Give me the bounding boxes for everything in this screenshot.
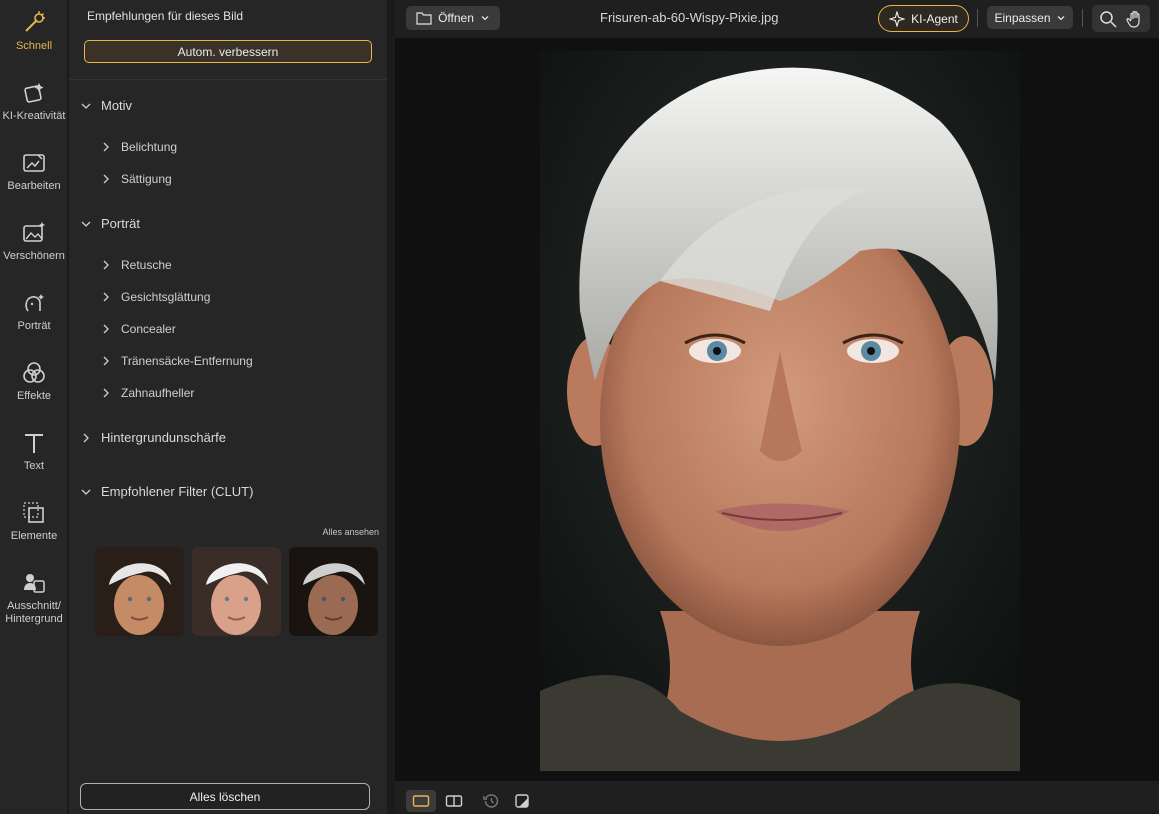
item-belichtung[interactable]: Belichtung <box>99 140 177 154</box>
section-empfohlener-filter[interactable]: Empfohlener Filter (CLUT) <box>79 484 253 499</box>
image-canvas[interactable] <box>395 38 1159 781</box>
history-button[interactable] <box>476 790 506 812</box>
rail-label: Porträt <box>17 320 51 332</box>
item-label: Concealer <box>121 322 176 336</box>
item-label: Zahnaufheller <box>121 386 195 400</box>
sparkle-icon <box>889 10 906 27</box>
single-view-icon <box>412 795 430 807</box>
rail-item-portraet[interactable]: Porträt <box>0 280 68 346</box>
item-retusche[interactable]: Retusche <box>99 258 172 272</box>
ai-creativity-icon <box>24 83 44 103</box>
split-view-button[interactable] <box>439 790 469 812</box>
tool-rail: Schnell KI-Kreativität Bearbeiten Versch… <box>0 0 68 814</box>
chevron-down-icon <box>81 489 91 495</box>
item-label: Gesichtsglättung <box>121 290 211 304</box>
view-tools <box>1092 5 1150 32</box>
section-portraet[interactable]: Porträt <box>79 216 140 231</box>
open-button[interactable]: Öffnen <box>406 6 500 30</box>
fit-label: Einpassen <box>994 10 1051 25</box>
rail-item-text[interactable]: Text <box>0 420 68 486</box>
item-label: Sättigung <box>121 172 172 186</box>
chevron-right-icon <box>83 433 89 442</box>
divider <box>1082 9 1083 27</box>
panel-title: Empfehlungen für dieses Bild <box>87 9 244 23</box>
chevron-right-icon <box>103 260 109 270</box>
rail-label: Verschönern <box>3 250 65 262</box>
item-label: Belichtung <box>121 140 178 154</box>
filter-thumbnail[interactable] <box>95 547 184 636</box>
section-label: Hintergrundunschärfe <box>101 430 227 445</box>
item-saettigung[interactable]: Sättigung <box>99 172 172 186</box>
recommendations-panel: Empfehlungen für dieses Bild Autom. verb… <box>69 0 387 814</box>
hand-icon[interactable] <box>1125 9 1145 29</box>
chevron-right-icon <box>103 292 109 302</box>
filter-thumbnail[interactable] <box>192 547 281 636</box>
elements-icon <box>23 502 44 523</box>
chevron-down-icon <box>481 16 489 21</box>
portrait-photo <box>540 51 1020 771</box>
rail-item-ausschnitt[interactable]: Ausschnitt/ Hintergrund <box>0 560 68 626</box>
item-gesichtsglaettung[interactable]: Gesichtsglättung <box>99 290 210 304</box>
section-hintergrundunschaerfe[interactable]: Hintergrundunschärfe <box>79 430 226 445</box>
rail-label: Elemente <box>10 530 58 542</box>
divider <box>69 79 387 80</box>
ai-agent-label: KI-Agent <box>911 11 958 26</box>
rail-item-effekte[interactable]: Effekte <box>0 350 68 416</box>
search-icon[interactable] <box>1098 9 1118 29</box>
compare-button[interactable] <box>507 790 537 812</box>
chevron-right-icon <box>103 324 109 334</box>
edit-image-icon <box>23 154 45 172</box>
rail-label: Text <box>23 460 45 472</box>
text-icon <box>25 434 43 453</box>
rail-label: Schnell <box>15 40 53 52</box>
compare-icon <box>515 794 529 808</box>
chevron-down-icon <box>1057 15 1064 20</box>
rail-item-schnell[interactable]: Schnell <box>0 0 68 66</box>
folder-icon <box>416 12 432 25</box>
rail-item-verschoenern[interactable]: Verschönern <box>0 210 68 276</box>
divider <box>977 9 978 27</box>
item-label: Retusche <box>121 258 172 272</box>
ai-agent-button[interactable]: KI-Agent <box>878 5 969 32</box>
item-label: Tränensäcke-Entfernung <box>121 354 253 368</box>
rail-item-elemente[interactable]: Elemente <box>0 490 68 556</box>
top-toolbar: Öffnen Frisuren-ab-60-Wispy-Pixie.jpg KI… <box>395 0 1159 38</box>
cutout-icon <box>24 574 45 593</box>
see-all-link[interactable]: Alles ansehen <box>322 527 379 537</box>
rail-label: Bearbeiten <box>7 180 61 192</box>
section-label: Empfohlener Filter (CLUT) <box>101 484 254 499</box>
section-label: Porträt <box>101 216 141 231</box>
rail-item-ki-kreativitaet[interactable]: KI-Kreativität <box>0 70 68 136</box>
chevron-right-icon <box>103 356 109 366</box>
open-label: Öffnen <box>438 11 474 25</box>
chevron-right-icon <box>103 142 109 152</box>
fit-dropdown[interactable]: Einpassen <box>987 6 1073 29</box>
rail-label: Effekte <box>16 390 52 402</box>
portrait-icon <box>25 294 44 312</box>
chevron-right-icon <box>103 388 109 398</box>
chevron-right-icon <box>103 174 109 184</box>
section-label: Motiv <box>101 98 133 113</box>
effects-icon <box>23 362 45 383</box>
file-name: Frisuren-ab-60-Wispy-Pixie.jpg <box>600 10 779 25</box>
history-icon <box>483 794 499 808</box>
item-traenensaecke[interactable]: Tränensäcke-Entfernung <box>99 354 253 368</box>
beautify-icon <box>23 222 45 242</box>
single-view-button[interactable] <box>406 790 436 812</box>
bottom-toolbar <box>395 781 1159 814</box>
rail-label: Ausschnitt/ Hintergrund <box>5 600 63 625</box>
item-zahnaufheller[interactable]: Zahnaufheller <box>99 386 194 400</box>
section-motiv[interactable]: Motiv <box>79 98 132 113</box>
rail-label: KI-Kreativität <box>2 110 66 122</box>
clear-all-button[interactable]: Alles löschen <box>80 783 370 810</box>
item-concealer[interactable]: Concealer <box>99 322 176 336</box>
filter-thumbnail[interactable] <box>289 547 378 636</box>
auto-enhance-button[interactable]: Autom. verbessern <box>84 40 372 63</box>
split-view-icon <box>445 795 463 807</box>
magic-wand-icon <box>25 11 45 32</box>
chevron-down-icon <box>81 103 91 109</box>
rail-item-bearbeiten[interactable]: Bearbeiten <box>0 140 68 206</box>
chevron-down-icon <box>81 221 91 227</box>
